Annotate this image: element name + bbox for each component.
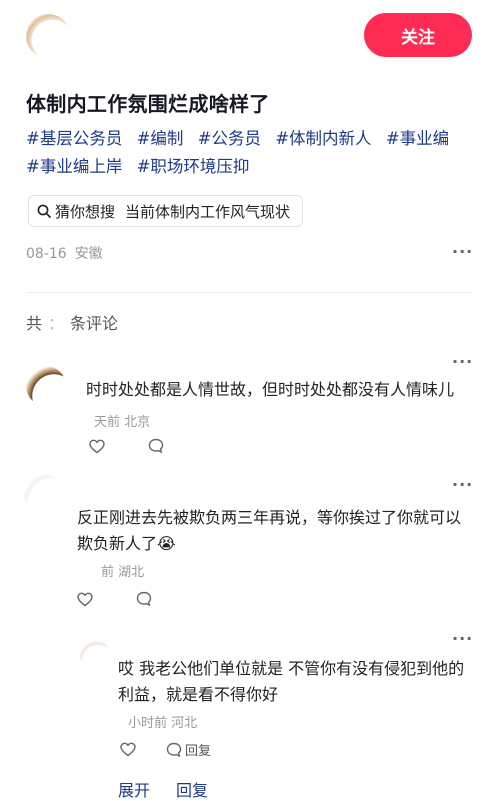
comment-location: 湖北	[118, 565, 145, 580]
expand-replies-link[interactable]: 展开	[118, 777, 150, 801]
hashtag[interactable]: #基层公务员	[26, 129, 122, 148]
divider	[26, 292, 473, 293]
footer-reply-link[interactable]: 回复	[176, 777, 208, 801]
comment-actions	[89, 438, 164, 458]
hashtag[interactable]: #事业编上岸	[26, 157, 122, 176]
heart-icon[interactable]	[77, 592, 93, 607]
comment-meta: 小时前 河北	[128, 712, 197, 731]
comment-text-line2: 利益，就是看不得你好	[118, 685, 279, 704]
comment-more-button[interactable]: ···	[452, 629, 473, 648]
hashtag[interactable]: #职场环境压抑	[137, 157, 250, 176]
comment-text: 时时处处都是人情世故，但时时处处都没有人情味儿	[86, 380, 455, 399]
hashtag[interactable]: #事业编	[386, 129, 449, 148]
comment-location: 河北	[171, 716, 198, 731]
comment-count-number: ：	[48, 314, 65, 333]
post-meta: 08-16 安徽	[26, 243, 103, 263]
author-avatar[interactable]	[26, 14, 70, 58]
comment-text-line2-text: 欺负新人了	[77, 534, 158, 553]
hashtag[interactable]: #编制	[137, 129, 184, 148]
comment-more-button[interactable]: ···	[452, 352, 473, 371]
reply-bubble-icon[interactable]	[136, 591, 152, 607]
post-more-button[interactable]: ···	[452, 242, 473, 261]
comment-time: 前	[101, 565, 115, 580]
heart-icon[interactable]	[89, 439, 105, 454]
comment-location: 北京	[124, 415, 151, 430]
comment-more-button[interactable]: ···	[452, 475, 473, 494]
comment-actions	[77, 591, 152, 611]
comment-count-prefix: 共	[26, 314, 43, 333]
heart-icon[interactable]	[120, 742, 136, 757]
comment-meta: 前 湖北	[101, 561, 144, 580]
suggested-search-chip[interactable]: 猜你想搜 当前体制内工作风气现状	[28, 195, 304, 227]
comment-count: 共 ： 条评论	[26, 310, 118, 334]
follow-button[interactable]: 关注	[364, 13, 472, 57]
post-title: 体制内工作氛围烂成啥样了	[26, 92, 270, 116]
hashtag-list: #基层公务员 #编制 #公务员 #体制内新人 #事业编 #事业编上岸 #职场环境…	[26, 125, 481, 181]
post-location: 安徽	[74, 246, 103, 262]
comment-time: 天前	[94, 415, 121, 430]
comment-text: 反正刚进去先被欺负两三年再说，等你挨过了你就可以	[77, 508, 462, 527]
hashtag[interactable]: #体制内新人	[275, 129, 371, 148]
comment-meta: 天前 北京	[94, 411, 150, 430]
crying-emoji: 😭	[157, 534, 176, 553]
commenter-avatar[interactable]	[26, 366, 66, 406]
reply-bubble-icon[interactable]	[166, 742, 182, 758]
search-query: 当前体制内工作风气现状	[125, 202, 291, 221]
reply-button-label[interactable]: 回复	[185, 740, 211, 759]
search-prefix: 猜你想搜	[55, 202, 116, 221]
post-date: 08-16	[26, 246, 67, 262]
reply-bubble-icon[interactable]	[148, 438, 164, 454]
comment-actions: 回复	[120, 740, 211, 759]
commenter-avatar[interactable]	[24, 474, 64, 514]
comment-text-line2: 欺负新人了😭	[77, 531, 176, 557]
commenter-avatar[interactable]	[80, 640, 110, 670]
search-icon	[37, 204, 51, 218]
comment-text: 哎 我老公他们单位就是 不管你有没有侵犯到他的	[118, 659, 465, 678]
hashtag[interactable]: #公务员	[198, 129, 261, 148]
comment-count-suffix: 条评论	[70, 314, 119, 333]
comment-time: 小时前	[128, 716, 168, 731]
